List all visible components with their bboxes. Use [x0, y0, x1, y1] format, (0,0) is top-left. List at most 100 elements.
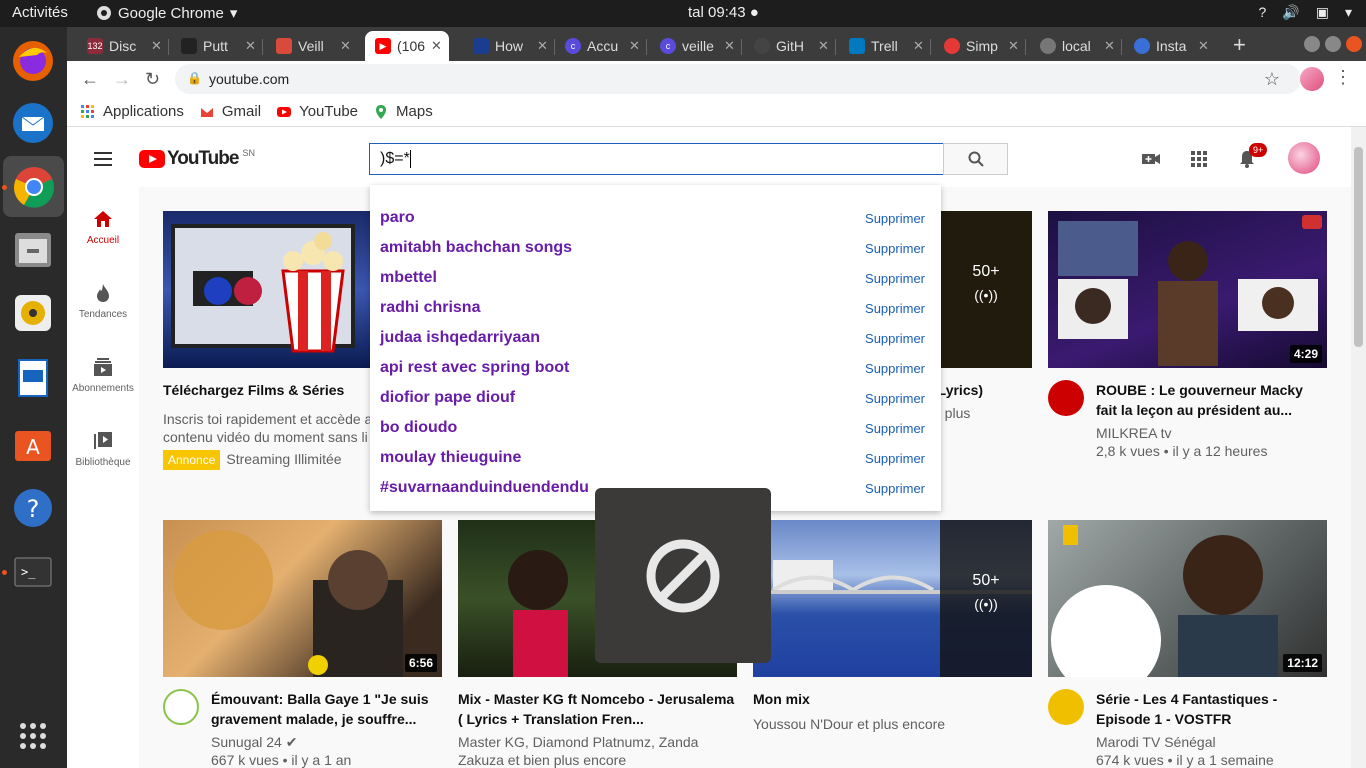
delete-suggestion-link[interactable]: Supprimer	[865, 361, 925, 376]
delete-suggestion-link[interactable]: Supprimer	[865, 451, 925, 466]
channel-avatar[interactable]	[163, 689, 199, 725]
tab-active[interactable]: ▶(106)✕	[365, 31, 449, 61]
forward-icon[interactable]: →	[113, 69, 131, 90]
channel-avatar[interactable]	[1048, 689, 1084, 725]
channel-name[interactable]: Youssou N'Dour et plus encore	[753, 715, 1032, 733]
close-icon[interactable]: ✕	[629, 38, 647, 54]
delete-suggestion-link[interactable]: Supprimer	[865, 241, 925, 256]
bookmark-maps[interactable]: Maps	[374, 103, 433, 120]
close-icon[interactable]: ✕	[340, 38, 358, 54]
video-title[interactable]: ROUBE : Le gouverneur Macky fait la leço…	[1096, 380, 1327, 420]
back-icon[interactable]: ←	[81, 69, 99, 90]
channel-name[interactable]: Marodi TV Sénégal	[1096, 733, 1327, 751]
video-card[interactable]: 6:56 Émouvant: Balla Gaye 1 "Je suis gra…	[163, 520, 442, 768]
minimize-button[interactable]	[1304, 36, 1320, 52]
suggestion-item[interactable]: amitabh bachchan songs Supprimer	[380, 239, 925, 257]
tab[interactable]: c Accu ✕	[555, 31, 647, 61]
help-app-icon[interactable]: ?	[9, 484, 57, 532]
bookmark-youtube[interactable]: YouTube	[277, 103, 358, 120]
suggestion-item[interactable]: judaa ishqedarriyaan Supprimer	[380, 329, 925, 347]
clock[interactable]: tal 09:43 ●	[688, 4, 759, 21]
files-icon[interactable]	[9, 225, 57, 273]
thunderbird-icon[interactable]	[9, 99, 57, 147]
terminal-icon[interactable]: >_	[9, 548, 57, 596]
reload-icon[interactable]: ↻	[145, 69, 160, 90]
video-card[interactable]: 4:29 ROUBE : Le gouverneur Macky fait la…	[1048, 211, 1327, 460]
search-button[interactable]	[943, 143, 1008, 175]
video-thumbnail[interactable]: 4:29	[1048, 211, 1327, 368]
tab[interactable]: GitH ✕	[744, 31, 836, 61]
video-title[interactable]: Mix - Master KG ft Nomcebo - Jerusalema …	[458, 689, 737, 729]
tab[interactable]: Insta ✕	[1124, 31, 1216, 61]
delete-suggestion-link[interactable]: Supprimer	[865, 301, 925, 316]
search-input[interactable]: )$=*	[369, 143, 944, 175]
suggestion-item[interactable]: diofior pape diouf Supprimer	[380, 389, 925, 407]
tab[interactable]: local ✕	[1030, 31, 1122, 61]
bookmark-applications[interactable]: Applications	[81, 103, 184, 120]
guide-item-trending[interactable]: Tendances	[67, 283, 139, 320]
close-icon[interactable]: ✕	[151, 38, 169, 54]
guide-item-home[interactable]: Accueil	[67, 209, 139, 246]
activities-button[interactable]: Activités	[12, 4, 68, 21]
video-thumbnail[interactable]: 12:12	[1048, 520, 1327, 677]
writer-icon[interactable]	[9, 354, 57, 402]
firefox-icon[interactable]	[9, 37, 57, 85]
profile-avatar[interactable]	[1300, 67, 1324, 91]
chrome-dock-icon[interactable]	[3, 156, 64, 217]
suggestion-item[interactable]: mbettel Supprimer	[380, 269, 925, 287]
close-icon[interactable]: ✕	[537, 38, 555, 54]
video-title[interactable]: Série - Les 4 Fantastiques - Episode 1 -…	[1096, 689, 1327, 729]
tab[interactable]: 132 Disc ✕	[77, 31, 169, 61]
suggestion-item[interactable]: radhi chrisna Supprimer	[380, 299, 925, 317]
guide-item-subscriptions[interactable]: Abonnements	[67, 357, 139, 394]
delete-suggestion-link[interactable]: Supprimer	[865, 211, 925, 226]
close-icon[interactable]: ✕	[818, 38, 836, 54]
avatar[interactable]	[1288, 142, 1320, 174]
video-title[interactable]: Mon mix	[753, 689, 1032, 709]
suggestion-item[interactable]: paro Supprimer	[380, 209, 925, 227]
tab[interactable]: Putt ✕	[171, 31, 263, 61]
channel-name[interactable]: MILKREA tv	[1096, 424, 1327, 442]
suggestion-item[interactable]: moulay thieuguine Supprimer	[380, 449, 925, 467]
menu-icon[interactable]: ⋮	[1334, 67, 1352, 88]
software-store-icon[interactable]: A	[9, 419, 57, 467]
video-card[interactable]: 50+ ((•)) Mon mix Youssou N'Dour et plus…	[753, 520, 1032, 733]
page-scrollbar[interactable]	[1351, 127, 1366, 768]
show-apps-icon[interactable]	[9, 712, 57, 760]
delete-suggestion-link[interactable]: Supprimer	[865, 271, 925, 286]
app-menu[interactable]: Google Chrome ▾	[96, 4, 237, 22]
video-thumbnail[interactable]: 50+ ((•))	[753, 520, 1032, 677]
suggestion-item[interactable]: bo dioudo Supprimer	[380, 419, 925, 437]
ad-channel[interactable]: Streaming Illimitée	[226, 451, 341, 467]
bookmark-gmail[interactable]: Gmail	[200, 103, 261, 120]
close-icon[interactable]: ✕	[1104, 38, 1122, 54]
create-video-icon[interactable]	[1141, 149, 1161, 169]
close-icon[interactable]: ✕	[1198, 38, 1216, 54]
close-icon[interactable]: ✕	[1008, 38, 1026, 54]
delete-suggestion-link[interactable]: Supprimer	[865, 391, 925, 406]
hamburger-menu-icon[interactable]	[94, 152, 112, 170]
rhythmbox-icon[interactable]	[9, 289, 57, 337]
close-icon[interactable]: ✕	[431, 38, 449, 54]
bookmark-star-icon[interactable]: ☆	[1264, 69, 1280, 90]
tab[interactable]: Veill ✕	[266, 31, 358, 61]
suggestion-item[interactable]: api rest avec spring boot Supprimer	[380, 359, 925, 377]
video-title[interactable]: Émouvant: Balla Gaye 1 "Je suis gravemen…	[211, 689, 442, 729]
youtube-logo[interactable]: YouTube SN	[139, 148, 255, 170]
new-tab-button[interactable]: +	[1233, 32, 1246, 58]
close-icon[interactable]: ✕	[913, 38, 931, 54]
guide-item-library[interactable]: Bibliothèque	[67, 431, 139, 468]
video-card[interactable]: 12:12 Série - Les 4 Fantastiques - Episo…	[1048, 520, 1327, 768]
scrollbar-thumb[interactable]	[1354, 147, 1363, 347]
address-bar[interactable]: 🔒 youtube.com	[175, 64, 1301, 94]
close-icon[interactable]: ✕	[724, 38, 742, 54]
channel-name[interactable]: Sunugal 24	[211, 734, 282, 750]
close-window-button[interactable]	[1346, 36, 1362, 52]
tab[interactable]: Trell ✕	[839, 31, 931, 61]
channel-name[interactable]: Master KG, Diamond Platnumz, Zanda	[458, 733, 737, 751]
maximize-button[interactable]	[1325, 36, 1341, 52]
delete-suggestion-link[interactable]: Supprimer	[865, 331, 925, 346]
close-icon[interactable]: ✕	[245, 38, 263, 54]
delete-suggestion-link[interactable]: Supprimer	[865, 481, 925, 496]
delete-suggestion-link[interactable]: Supprimer	[865, 421, 925, 436]
